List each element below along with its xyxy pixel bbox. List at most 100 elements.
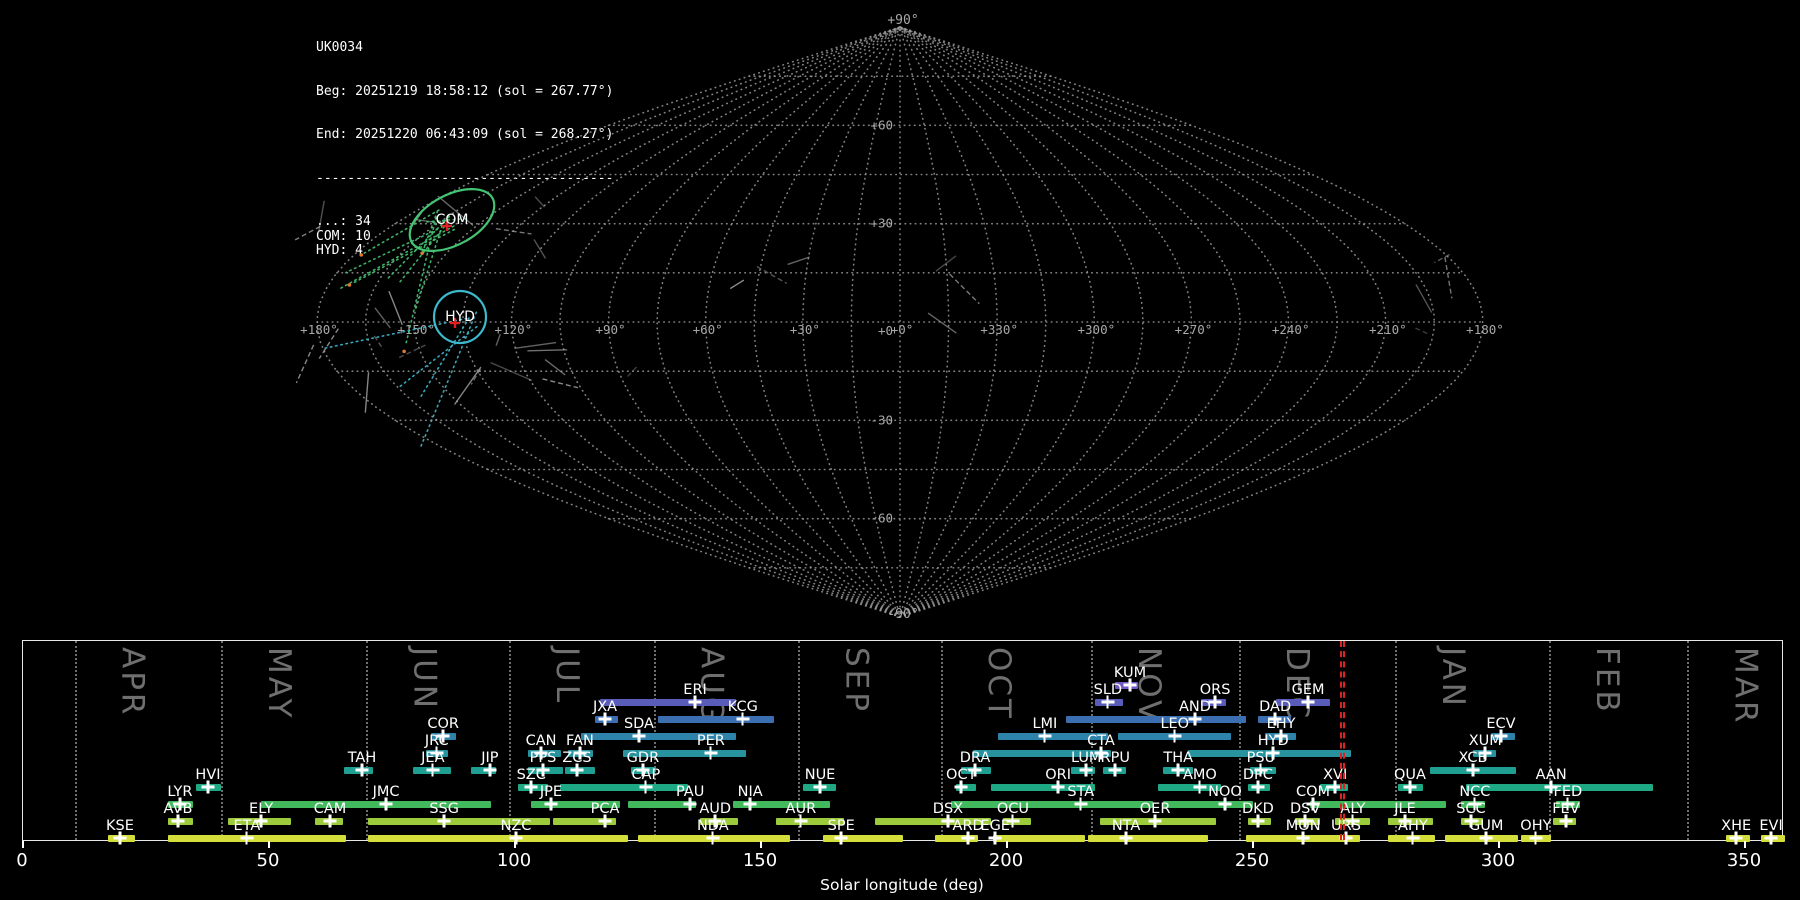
axis-tick-label: 300 — [1480, 850, 1516, 871]
sporadic-meteor-trail — [364, 372, 370, 413]
sporadic-meteor-trail — [374, 307, 391, 329]
current-sol-line — [1342, 641, 1345, 840]
longitude-label: +150° — [397, 322, 435, 337]
shower-bar-sta — [950, 800, 1154, 808]
shower-code-label: XHE — [1721, 818, 1752, 834]
longitude-label: +240° — [1272, 322, 1310, 337]
axis-tick-label: 100 — [496, 850, 532, 871]
sporadic-meteor-trail — [514, 341, 557, 350]
shower-code-label: DSV — [1289, 801, 1321, 817]
shower-code-label: HYD — [1257, 733, 1289, 749]
axis-tick — [268, 841, 270, 848]
longitude-label: +330° — [980, 322, 1018, 337]
latitude-label: +60 — [870, 117, 893, 132]
shower-code-label: ETA — [233, 818, 261, 834]
shower-code-label: XUM — [1468, 733, 1502, 749]
shower-code-label: CAM — [313, 801, 347, 817]
shower-code-label: NZC — [500, 818, 532, 834]
shower-code-label: CTA — [1087, 733, 1115, 749]
shower-code-label: DSX — [932, 801, 964, 817]
shower-code-label: ECV — [1486, 716, 1516, 732]
shower-code-label: JRC — [424, 733, 449, 749]
month-label: JUL — [549, 647, 586, 706]
latitude-label: +30 — [870, 216, 893, 231]
month-label: SEP — [838, 647, 875, 714]
shower-code-label: XCB — [1458, 750, 1488, 766]
shower-code-label: ORS — [1199, 682, 1231, 698]
hyd-radiant-label: HYD — [445, 309, 475, 325]
shower-code-label: SZC — [516, 767, 546, 783]
shower-code-label: URS — [1331, 818, 1361, 834]
axis-tick-label: 200 — [988, 850, 1024, 871]
sporadic-meteor-trail — [1415, 284, 1433, 313]
shower-code-label: SSG — [429, 801, 459, 817]
longitude-label: +30° — [790, 322, 820, 337]
month-gridline — [1549, 641, 1552, 840]
trail-end-dot — [402, 349, 406, 354]
shower-code-label: SDA — [623, 716, 654, 732]
pole-label-north: +90° — [887, 13, 918, 28]
shower-code-label: LEO — [1160, 716, 1190, 732]
axis-tick — [22, 841, 24, 848]
shower-code-label: AUR — [785, 801, 817, 817]
shower-code-label: QUA — [1393, 767, 1426, 783]
shower-code-label: LMI — [1032, 716, 1058, 732]
shower-code-label: JIP — [481, 750, 499, 766]
shower-bar-com — [1310, 800, 1446, 808]
shower-code-label: FED — [1553, 784, 1583, 800]
shower-code-label: SLD — [1093, 682, 1123, 698]
trail-end-dot — [347, 283, 352, 287]
shower-code-label: AAN — [1535, 767, 1567, 783]
month-gridline — [1687, 641, 1690, 840]
shower-code-label: NOO — [1208, 784, 1242, 800]
sporadic-meteor-trail — [527, 349, 568, 352]
shower-code-label: GUM — [1469, 818, 1504, 834]
month-gridline — [509, 641, 512, 840]
shower-code-label: MON — [1285, 818, 1321, 834]
meteor-observation-screen: UK0034 Beg: 20251219 18:58:12 (sol = 267… — [0, 0, 1800, 900]
shower-code-label: ORI — [1045, 767, 1072, 783]
shower-code-label: KUM — [1113, 665, 1147, 681]
shower-code-label: OER — [1139, 801, 1171, 817]
axis-tick-label: 150 — [742, 850, 778, 871]
shower-code-label: TAH — [347, 750, 377, 766]
shower-bar-cap — [559, 783, 689, 791]
shower-code-label: JLE — [1394, 801, 1416, 817]
axis-tick — [1006, 841, 1008, 848]
month-gridline — [653, 641, 656, 840]
axis-tick-label: 50 — [256, 850, 280, 871]
shower-code-label: CAP — [631, 767, 661, 783]
shower-code-label: FEV — [1552, 801, 1580, 817]
sporadic-meteor-trail — [787, 256, 810, 266]
sporadic-meteor-trail — [317, 200, 325, 233]
longitude-label: +60° — [693, 322, 723, 337]
sporadic-meteor-trail — [935, 255, 957, 272]
sporadic-meteor-trail — [294, 225, 321, 241]
sporadic-meteor-trail — [1444, 257, 1453, 299]
latitude-label: -30 — [870, 412, 893, 427]
longitude-label: +300° — [1078, 322, 1116, 337]
shower-bar-and — [1066, 715, 1247, 723]
sporadic-meteor-trail — [1415, 327, 1431, 336]
axis-tick — [1252, 841, 1254, 848]
latitude-label: -60 — [870, 511, 893, 526]
shower-code-label: ELY — [249, 801, 274, 817]
shower-code-label: EGE — [980, 818, 1010, 834]
shower-code-label: PCA — [590, 801, 620, 817]
axis-tick-label: 0 — [16, 850, 28, 871]
shower-code-label: LYR — [167, 784, 193, 800]
x-axis-title: Solar longitude (deg) — [820, 876, 984, 894]
month-label: APR — [114, 647, 151, 718]
shower-code-label: COM — [1295, 784, 1331, 800]
shower-code-label: NUE — [804, 767, 836, 783]
shower-code-label: EHY — [1266, 716, 1296, 732]
sporadic-meteor-trail — [295, 344, 315, 384]
shower-code-label: NIA — [737, 784, 763, 800]
month-label: MAY — [260, 647, 297, 721]
month-gridline — [366, 641, 369, 840]
shower-code-label: KSE — [105, 818, 134, 834]
axis-tick — [1744, 841, 1746, 848]
axis-tick — [1498, 841, 1500, 848]
month-label: JUN — [406, 647, 443, 712]
shower-code-label: JPE — [539, 784, 562, 800]
